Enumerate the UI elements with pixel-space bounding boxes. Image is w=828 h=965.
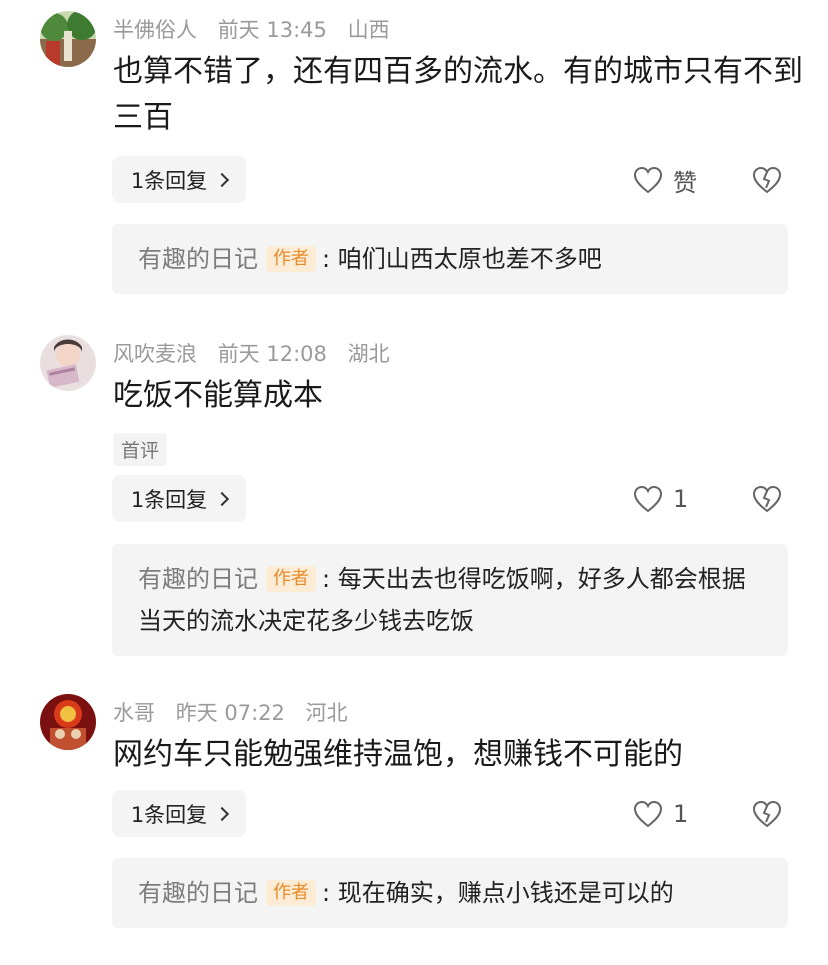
comment-time: 前天 13:45 [217,18,327,42]
chevron-right-icon [215,172,230,187]
comment-location: 湖北 [347,342,390,366]
comment-text: 吃饭不能算成本 [113,378,323,413]
view-replies-button[interactable]: 1条回复 [112,790,246,837]
heart-outline-icon [633,485,663,513]
author-badge: 作者 [266,880,316,906]
author-reply-text: : 现在确实，赚点小钱还是可以的 [322,879,674,907]
view-replies-button[interactable]: 1条回复 [112,475,246,522]
avatar[interactable] [40,335,96,391]
like-button[interactable]: 1 [633,482,688,516]
first-comment-tag: 首评 [113,433,168,466]
username[interactable]: 风吹麦浪 [113,342,197,366]
comment-meta: 半佛俗人 前天 13:45 山西 [113,14,404,44]
author-reply-text: : 咱们山西太原也差不多吧 [322,245,602,273]
author-reply[interactable]: 有趣的日记 作者: 咱们山西太原也差不多吧 [112,224,788,294]
username[interactable]: 水哥 [113,701,155,725]
author-badge: 作者 [266,566,316,592]
author-name[interactable]: 有趣的日记 [138,565,258,593]
avatar[interactable] [40,694,96,750]
heart-outline-icon [633,800,663,828]
view-replies-button[interactable]: 1条回复 [112,156,246,203]
broken-heart-icon[interactable] [752,165,782,195]
author-name[interactable]: 有趣的日记 [138,879,258,907]
comment-meta: 水哥 昨天 07:22 河北 [113,697,362,727]
avatar[interactable] [40,11,96,67]
author-reply[interactable]: 有趣的日记 作者: 现在确实，赚点小钱还是可以的 [112,858,788,928]
comment-location: 山西 [347,18,390,42]
comment-time: 昨天 07:22 [175,701,285,725]
chevron-right-icon [215,491,230,506]
like-label: 赞 [673,168,697,197]
comment-location: 河北 [305,701,348,725]
like-count: 1 [673,485,689,513]
comment-text: 也算不错了，还有四百多的流水。有的城市只有不到三百 [113,54,803,135]
author-name[interactable]: 有趣的日记 [138,245,258,273]
username[interactable]: 半佛俗人 [113,18,197,42]
chevron-right-icon [215,806,230,821]
comment-time: 前天 12:08 [217,342,327,366]
comment-meta: 风吹麦浪 前天 12:08 湖北 [113,338,404,368]
like-count: 1 [673,800,689,828]
author-reply[interactable]: 有趣的日记 作者: 每天出去也得吃饭啊，好多人都会根据当天的流水决定花多少钱去吃饭 [112,544,788,656]
like-button[interactable]: 1 [633,797,688,831]
broken-heart-icon[interactable] [752,799,782,829]
author-badge: 作者 [266,246,316,272]
heart-outline-icon [633,166,663,194]
broken-heart-icon[interactable] [752,484,782,514]
comment-text: 网约车只能勉强维持温饱，想赚钱不可能的 [113,737,683,772]
like-button[interactable]: 赞 [633,163,697,197]
